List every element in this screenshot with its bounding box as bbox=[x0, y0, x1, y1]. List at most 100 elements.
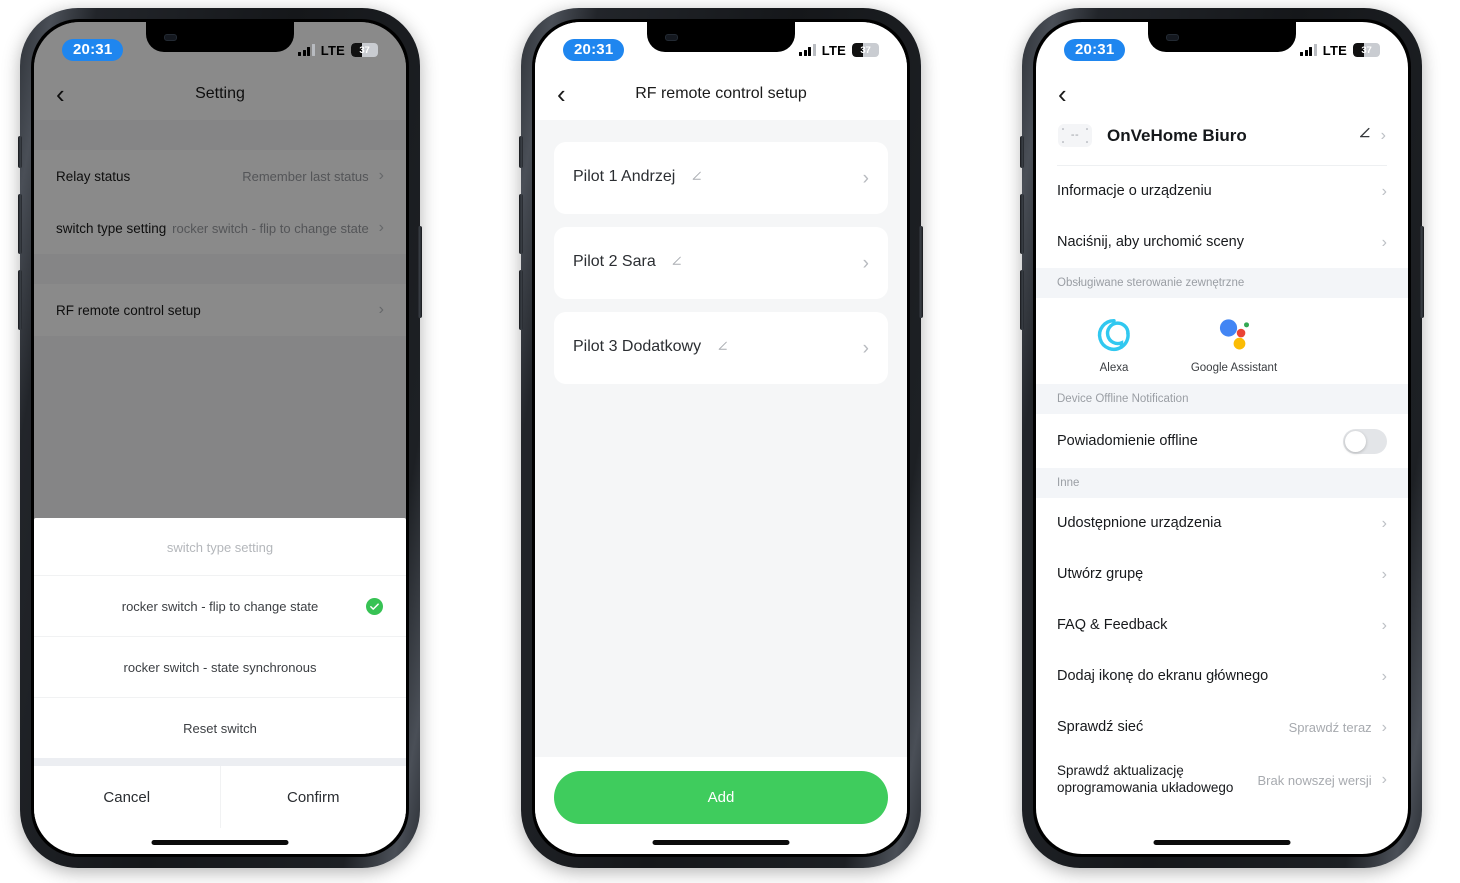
chevron-right-icon: › bbox=[1381, 182, 1387, 200]
chevron-right-icon: › bbox=[862, 252, 869, 274]
volume-down-button[interactable] bbox=[519, 270, 523, 330]
remote-name-label: Pilot 2 Sara bbox=[573, 253, 656, 270]
row-label: Udostępnione urządzenia bbox=[1057, 515, 1222, 532]
list-item-faq-feedback[interactable]: FAQ & Feedback › bbox=[1036, 600, 1408, 651]
pencil-edit-icon[interactable] bbox=[670, 255, 683, 273]
pencil-edit-icon[interactable] bbox=[716, 340, 729, 358]
status-clock: 20:31 bbox=[563, 39, 625, 61]
status-clock: 20:31 bbox=[62, 39, 124, 61]
sheet-option-reset-switch[interactable]: Reset switch bbox=[34, 697, 406, 758]
home-indicator[interactable] bbox=[151, 840, 289, 845]
sheet-divider bbox=[34, 758, 406, 766]
assistants-row: Alexa Google Assistant bbox=[1036, 298, 1408, 384]
volume-down-button[interactable] bbox=[18, 270, 22, 330]
row-value: Sprawdź teraz bbox=[1288, 720, 1372, 735]
device-header[interactable]: -- OnVeHome Biuro › bbox=[1036, 120, 1408, 165]
chevron-right-icon: › bbox=[1381, 514, 1387, 532]
status-clock: 20:31 bbox=[1064, 39, 1126, 61]
offline-notification-toggle[interactable] bbox=[1343, 428, 1387, 454]
sheet-option-state-synchronous[interactable]: rocker switch - state synchronous bbox=[34, 636, 406, 697]
page-title: RF remote control setup bbox=[635, 85, 807, 102]
network-type-label: LTE bbox=[320, 42, 345, 58]
list-item-create-group[interactable]: Utwórz grupę › bbox=[1036, 549, 1408, 600]
mute-switch-button[interactable] bbox=[18, 136, 22, 168]
list-item-device-info[interactable]: Informacje o urządzeniu › bbox=[1036, 166, 1408, 217]
chevron-right-icon: › bbox=[1381, 667, 1387, 685]
row-label: FAQ & Feedback bbox=[1057, 617, 1168, 634]
signal-bars-icon bbox=[298, 44, 315, 56]
phone-2-bezel: 20:31 LTE 37 ‹ RF remote control setup P… bbox=[532, 19, 910, 857]
list-item[interactable]: Pilot 2 Sara › bbox=[554, 227, 888, 299]
row-label: Dodaj ikonę do ekranu głównego bbox=[1057, 668, 1269, 685]
chevron-right-icon: › bbox=[1381, 771, 1387, 788]
sheet-option-label: Reset switch bbox=[183, 720, 257, 736]
chevron-right-icon: › bbox=[862, 167, 869, 189]
check-circle-icon bbox=[366, 597, 383, 615]
signal-bars-icon bbox=[799, 44, 816, 56]
volume-up-button[interactable] bbox=[1020, 194, 1024, 254]
battery-percent-label: 37 bbox=[860, 44, 871, 56]
screenshot-stage: 20:31 LTE 37 ‹ Setting Relay status Reme… bbox=[0, 0, 1460, 883]
device-settings-list: Informacje o urządzeniu › Naciśnij, aby … bbox=[1036, 166, 1408, 807]
confirm-button[interactable]: Confirm bbox=[221, 766, 407, 828]
mute-switch-button[interactable] bbox=[519, 136, 523, 168]
section-header-other: Inne bbox=[1036, 468, 1408, 498]
back-button[interactable]: ‹ bbox=[1058, 81, 1084, 107]
list-item-add-home-screen-icon[interactable]: Dodaj ikonę do ekranu głównego › bbox=[1036, 651, 1408, 702]
phone-1-frame: 20:31 LTE 37 ‹ Setting Relay status Reme… bbox=[18, 8, 422, 868]
front-camera-icon bbox=[665, 34, 678, 41]
chevron-right-icon: › bbox=[862, 337, 869, 359]
mute-switch-button[interactable] bbox=[1020, 136, 1024, 168]
list-item-firmware-update[interactable]: Sprawdź aktualizację oprogramowania ukła… bbox=[1036, 753, 1408, 807]
chevron-right-icon: › bbox=[1380, 126, 1386, 144]
section-header-offline-notification: Device Offline Notification bbox=[1036, 384, 1408, 414]
notch bbox=[146, 22, 294, 52]
home-indicator[interactable] bbox=[652, 840, 790, 845]
status-indicators: LTE 37 bbox=[298, 42, 378, 58]
add-button[interactable]: Add bbox=[554, 771, 888, 824]
battery-icon: 37 bbox=[852, 43, 879, 57]
notch bbox=[647, 22, 795, 52]
list-item-check-network[interactable]: Sprawdź sieć Sprawdź teraz › bbox=[1036, 702, 1408, 753]
switch-type-bottom-sheet: switch type setting rocker switch - flip… bbox=[34, 518, 406, 854]
status-indicators: LTE 37 bbox=[799, 43, 879, 58]
section-header-external-control: Obsługiwane sterowanie zewnętrzne bbox=[1036, 268, 1408, 298]
cancel-button[interactable]: Cancel bbox=[34, 766, 221, 828]
battery-percent-label: 37 bbox=[1361, 44, 1372, 56]
sheet-actions: Cancel Confirm bbox=[34, 766, 406, 828]
assistant-alexa[interactable]: Alexa bbox=[1078, 314, 1150, 374]
assistant-google[interactable]: Google Assistant bbox=[1191, 314, 1277, 374]
row-label: Utwórz grupę bbox=[1057, 566, 1144, 583]
volume-up-button[interactable] bbox=[18, 194, 22, 254]
assistant-label: Alexa bbox=[1099, 362, 1129, 374]
pencil-edit-icon[interactable] bbox=[1357, 126, 1372, 146]
assistant-label: Google Assistant bbox=[1190, 362, 1278, 374]
device-placeholder-icon: -- bbox=[1058, 124, 1092, 147]
phone-2-navbar: ‹ RF remote control setup bbox=[535, 68, 907, 120]
power-button[interactable] bbox=[1420, 226, 1424, 318]
pencil-edit-icon[interactable] bbox=[690, 170, 703, 188]
list-item[interactable]: Pilot 3 Dodatkowy › bbox=[554, 312, 888, 384]
back-button[interactable]: ‹ bbox=[557, 81, 583, 107]
battery-percent-label: 37 bbox=[359, 44, 370, 56]
list-item[interactable]: Pilot 1 Andrzej › bbox=[554, 142, 888, 214]
notch bbox=[1148, 22, 1296, 52]
list-item-shared-devices[interactable]: Udostępnione urządzenia › bbox=[1036, 498, 1408, 549]
front-camera-icon bbox=[164, 34, 177, 41]
volume-down-button[interactable] bbox=[1020, 270, 1024, 330]
row-label: Informacje o urządzeniu bbox=[1057, 183, 1212, 200]
list-item-offline-notification[interactable]: Powiadomienie offline bbox=[1036, 414, 1408, 468]
row-label: Sprawdź aktualizację oprogramowania ukła… bbox=[1057, 763, 1234, 795]
power-button[interactable] bbox=[919, 226, 923, 318]
alexa-logo-icon bbox=[1096, 314, 1132, 356]
phone-2-frame: 20:31 LTE 37 ‹ RF remote control setup P… bbox=[519, 8, 923, 868]
home-indicator[interactable] bbox=[1153, 840, 1291, 845]
sheet-option-flip-to-change-state[interactable]: rocker switch - flip to change state bbox=[34, 575, 406, 636]
list-item-tap-to-run-scenes[interactable]: Naciśnij, aby urchomić sceny › bbox=[1036, 217, 1408, 268]
chevron-right-icon: › bbox=[1381, 233, 1387, 251]
sheet-title: switch type setting bbox=[166, 540, 274, 555]
row-value: Brak nowszej wersji bbox=[1257, 772, 1372, 788]
volume-up-button[interactable] bbox=[519, 194, 523, 254]
power-button[interactable] bbox=[418, 226, 422, 318]
row-label: Sprawdź sieć bbox=[1057, 719, 1144, 736]
